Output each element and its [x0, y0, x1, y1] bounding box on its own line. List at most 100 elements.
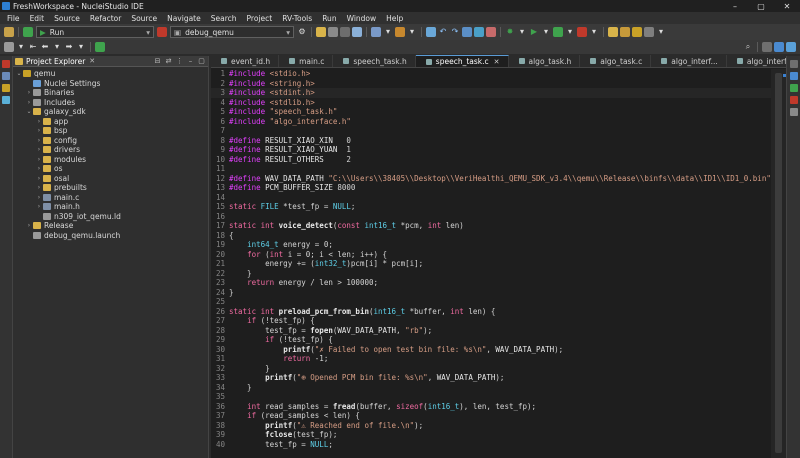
build-targets-icon[interactable]: [789, 84, 798, 92]
editor-tab[interactable]: algo_task.c: [580, 55, 652, 67]
editor-tab[interactable]: event_id.h: [211, 55, 280, 67]
chevron-down-icon[interactable]: ▾: [656, 27, 666, 37]
editor-tab[interactable]: algo_task.h: [509, 55, 581, 67]
close-tab-icon[interactable]: ✕: [494, 58, 500, 66]
tree-item[interactable]: › osal: [13, 174, 208, 184]
menu-navigate[interactable]: Navigate: [162, 14, 206, 23]
filter-icon[interactable]: ⋮: [175, 57, 184, 66]
chevron-right-icon[interactable]: ›: [35, 146, 43, 153]
menu-source[interactable]: Source: [49, 14, 85, 23]
debug-icon[interactable]: ✸: [505, 27, 515, 37]
close-icon[interactable]: ✕: [89, 57, 95, 65]
tree-item[interactable]: › main.h: [13, 202, 208, 212]
project-explorer-title[interactable]: Project Explorer: [26, 57, 85, 66]
tree-item[interactable]: › bsp: [13, 126, 208, 136]
memory-icon[interactable]: [789, 108, 798, 116]
perspective-icon[interactable]: [762, 42, 772, 52]
gear-icon[interactable]: ⚙: [297, 27, 307, 37]
menu-file[interactable]: File: [2, 14, 25, 23]
chevron-right-icon[interactable]: ›: [35, 137, 43, 144]
build-icon[interactable]: [371, 27, 381, 37]
debug-view-icon[interactable]: [789, 96, 798, 104]
tree-item[interactable]: › Includes: [13, 98, 208, 108]
pen-icon[interactable]: [644, 27, 654, 37]
tree-item[interactable]: › prebuilts: [13, 183, 208, 193]
maximize-icon[interactable]: ▢: [748, 2, 774, 11]
run-play-icon[interactable]: ▶: [529, 27, 539, 37]
collapse-all-icon[interactable]: ⊟: [153, 57, 162, 66]
chevron-right-icon[interactable]: ›: [25, 222, 33, 229]
editor-tab[interactable]: algo_interf...: [651, 55, 727, 67]
tree-item[interactable]: › app: [13, 117, 208, 127]
c-cpp-perspective-icon[interactable]: [774, 42, 784, 52]
chevron-right-icon[interactable]: ›: [35, 156, 43, 163]
problems-icon[interactable]: [2, 60, 10, 68]
outline-view-icon[interactable]: [789, 72, 798, 80]
tree-item[interactable]: ⌄ galaxy_sdk: [13, 107, 208, 117]
external-tools-icon[interactable]: [577, 27, 587, 37]
chevron-down-icon[interactable]: ▾: [517, 27, 527, 37]
chevron-right-icon[interactable]: ›: [35, 165, 43, 172]
editor-tab[interactable]: main.c: [279, 55, 334, 67]
menu-run[interactable]: Run: [317, 14, 341, 23]
scrollbar-thumb[interactable]: [775, 73, 782, 453]
tree-item[interactable]: Nuclei Settings: [13, 79, 208, 89]
menu-rv-tools[interactable]: RV-Tools: [277, 14, 317, 23]
maximize-icon[interactable]: ▢: [197, 57, 206, 66]
tree-item[interactable]: › os: [13, 164, 208, 174]
menu-edit[interactable]: Edit: [25, 14, 50, 23]
tools-icon[interactable]: [395, 27, 405, 37]
chevron-right-icon[interactable]: ›: [35, 194, 43, 201]
outline-icon[interactable]: [2, 72, 10, 80]
menu-window[interactable]: Window: [342, 14, 382, 23]
link-editor-icon[interactable]: ⇄: [164, 57, 173, 66]
stop-icon[interactable]: [157, 27, 167, 37]
chevron-right-icon[interactable]: ›: [35, 118, 43, 125]
terminal-icon[interactable]: [426, 27, 436, 37]
tree-item[interactable]: › main.c: [13, 193, 208, 203]
code-area[interactable]: 1 #include <stdio.h> 2 #include <string.h> 3…: [211, 69, 771, 458]
save-all-icon[interactable]: [340, 27, 350, 37]
tree-item[interactable]: debug_qemu.launch: [13, 231, 208, 241]
search-tool-icon[interactable]: [632, 27, 642, 37]
run-icon[interactable]: [23, 27, 33, 37]
redo-icon[interactable]: ↷: [450, 27, 460, 37]
console-icon[interactable]: [2, 96, 10, 104]
vertical-scrollbar[interactable]: [771, 69, 786, 458]
print-icon[interactable]: [352, 27, 362, 37]
chevron-down-icon[interactable]: ▾: [76, 42, 86, 52]
chevron-down-icon[interactable]: ⌄: [25, 108, 33, 115]
profile-icon[interactable]: [553, 27, 563, 37]
run-mode-select[interactable]: ▶ Run ▾: [36, 26, 154, 38]
menu-help[interactable]: Help: [381, 14, 408, 23]
hammer-icon[interactable]: [4, 27, 14, 37]
tree-item[interactable]: › config: [13, 136, 208, 146]
menu-source-2[interactable]: Source: [126, 14, 162, 23]
minimize-icon[interactable]: –: [722, 2, 748, 11]
open-folder-icon[interactable]: [608, 27, 618, 37]
chevron-right-icon[interactable]: ›: [25, 99, 33, 106]
forward-icon[interactable]: ➡: [64, 42, 74, 52]
chevron-down-icon[interactable]: ▾: [565, 27, 575, 37]
tree-item[interactable]: › Release: [13, 221, 208, 231]
editor-tab[interactable]: speech_task.c ✕: [415, 55, 509, 67]
menu-search[interactable]: Search: [206, 14, 242, 23]
chevron-right-icon[interactable]: ›: [35, 175, 43, 182]
chevron-down-icon[interactable]: ▾: [16, 42, 26, 52]
minimize-icon[interactable]: –: [186, 57, 195, 66]
chevron-down-icon[interactable]: ▾: [541, 27, 551, 37]
launch-config-select[interactable]: ▣ debug_qemu ▾: [170, 26, 294, 38]
tree-item[interactable]: › modules: [13, 155, 208, 165]
breakpoint-icon[interactable]: [486, 27, 496, 37]
tree-item[interactable]: › Binaries: [13, 88, 208, 98]
close-icon[interactable]: ✕: [774, 2, 800, 11]
restore-icon[interactable]: [789, 60, 798, 68]
chevron-right-icon[interactable]: ›: [35, 184, 43, 191]
menu-refactor[interactable]: Refactor: [85, 14, 126, 23]
tree-item[interactable]: ⌄ qemu: [13, 69, 208, 79]
connect-icon[interactable]: [462, 27, 472, 37]
chevron-right-icon[interactable]: ›: [35, 203, 43, 210]
chevron-right-icon[interactable]: ›: [25, 89, 33, 96]
search-icon[interactable]: ⌕: [743, 42, 753, 52]
debug-perspective-icon[interactable]: [786, 42, 796, 52]
